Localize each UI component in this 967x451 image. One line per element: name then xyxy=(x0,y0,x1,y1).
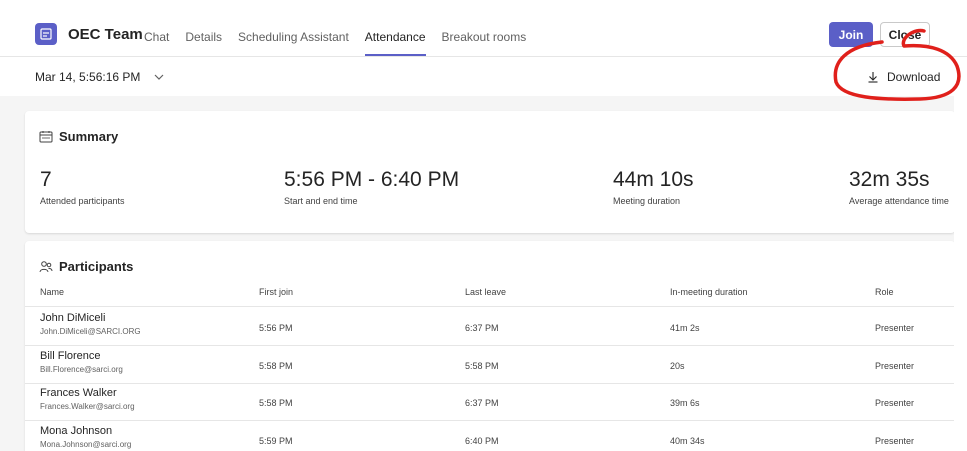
stat-average-attendance: 32m 35s Average attendance time xyxy=(849,168,949,206)
report-date-value: Mar 14, 5:56:16 PM xyxy=(35,70,141,84)
calendar-app-icon xyxy=(35,23,57,45)
table-row[interactable]: John DiMiceli John.DiMiceli@SARCI.ORG 5:… xyxy=(25,309,955,346)
table-row[interactable]: Bill Florence Bill.Florence@sarci.org 5:… xyxy=(25,347,955,384)
participants-table-header: Name First join Last leave In-meeting du… xyxy=(25,287,955,307)
first-join: 5:58 PM xyxy=(259,398,293,408)
participant-name: John DiMiceli xyxy=(40,312,106,324)
participants-card: Participants Name First join Last leave … xyxy=(25,241,955,451)
download-button[interactable]: Download xyxy=(867,70,940,84)
table-row[interactable]: Frances Walker Frances.Walker@sarci.org … xyxy=(25,384,955,421)
participant-email: Mona.Johnson@sarci.org xyxy=(40,440,132,449)
stat-label: Meeting duration xyxy=(613,196,681,206)
join-button[interactable]: Join xyxy=(829,22,873,47)
first-join: 5:58 PM xyxy=(259,361,293,371)
stat-value: 7 xyxy=(40,168,52,191)
col-name[interactable]: Name xyxy=(40,287,64,297)
first-join: 5:56 PM xyxy=(259,323,293,333)
last-leave: 6:37 PM xyxy=(465,323,499,333)
col-first-join[interactable]: First join xyxy=(259,287,293,297)
meeting-tabs: Chat Details Scheduling Assistant Attend… xyxy=(144,30,542,57)
download-label: Download xyxy=(887,70,941,84)
tab-details[interactable]: Details xyxy=(185,30,222,57)
stat-label: Average attendance time xyxy=(849,196,949,206)
people-icon xyxy=(39,260,53,272)
stat-label: Start and end time xyxy=(284,196,358,206)
col-in-meeting-duration[interactable]: In-meeting duration xyxy=(670,287,748,297)
chevron-down-icon xyxy=(154,74,164,80)
download-icon xyxy=(868,72,878,83)
tab-attendance[interactable]: Attendance xyxy=(364,30,426,57)
summary-icon xyxy=(39,130,53,142)
stat-attended: 7 Attended participants xyxy=(40,168,125,206)
col-role[interactable]: Role xyxy=(875,287,894,297)
table-row[interactable]: Mona Johnson Mona.Johnson@sarci.org 5:59… xyxy=(25,422,955,451)
window-edge xyxy=(954,96,967,451)
tab-chat[interactable]: Chat xyxy=(144,30,169,57)
stat-value: 44m 10s xyxy=(613,168,694,191)
in-meeting-duration: 39m 6s xyxy=(670,398,700,408)
in-meeting-duration: 41m 2s xyxy=(670,323,700,333)
stat-start-end: 5:56 PM - 6:40 PM Start and end time xyxy=(284,168,459,206)
first-join: 5:59 PM xyxy=(259,436,293,446)
last-leave: 6:37 PM xyxy=(465,398,499,408)
last-leave: 5:58 PM xyxy=(465,361,499,371)
attendance-toolbar: Mar 14, 5:56:16 PM Download xyxy=(0,58,967,96)
stat-value: 32m 35s xyxy=(849,168,930,191)
team-name: OEC Team xyxy=(68,26,143,43)
tab-breakout-rooms[interactable]: Breakout rooms xyxy=(442,30,527,57)
stat-label: Attended participants xyxy=(40,196,125,206)
participants-title: Participants xyxy=(59,259,134,274)
in-meeting-duration: 20s xyxy=(670,361,685,371)
participant-name: Mona Johnson xyxy=(40,425,113,437)
role: Presenter xyxy=(875,436,915,446)
summary-title: Summary xyxy=(59,129,119,144)
participant-email: Bill.Florence@sarci.org xyxy=(40,365,123,374)
summary-card: Summary 7 Attended participants 5:56 PM … xyxy=(25,111,955,233)
role: Presenter xyxy=(875,323,915,333)
participant-email: John.DiMiceli@SARCI.ORG xyxy=(40,327,141,336)
participant-email: Frances.Walker@sarci.org xyxy=(40,402,135,411)
last-leave: 6:40 PM xyxy=(465,436,499,446)
report-date-dropdown[interactable]: Mar 14, 5:56:16 PM xyxy=(35,70,164,84)
stat-meeting-duration: 44m 10s Meeting duration xyxy=(613,168,694,206)
participants-heading: Participants xyxy=(39,259,133,274)
summary-heading: Summary xyxy=(39,129,118,144)
role: Presenter xyxy=(875,398,915,408)
participant-name: Bill Florence xyxy=(40,350,101,362)
tab-scheduling-assistant[interactable]: Scheduling Assistant xyxy=(238,30,349,57)
stat-value: 5:56 PM - 6:40 PM xyxy=(284,168,460,191)
close-button[interactable]: Close xyxy=(880,22,930,47)
participant-name: Frances Walker xyxy=(40,387,117,399)
meeting-header: OEC Team Chat Details Scheduling Assista… xyxy=(0,0,967,57)
role: Presenter xyxy=(875,361,915,371)
in-meeting-duration: 40m 34s xyxy=(670,436,705,446)
col-last-leave[interactable]: Last leave xyxy=(465,287,506,297)
